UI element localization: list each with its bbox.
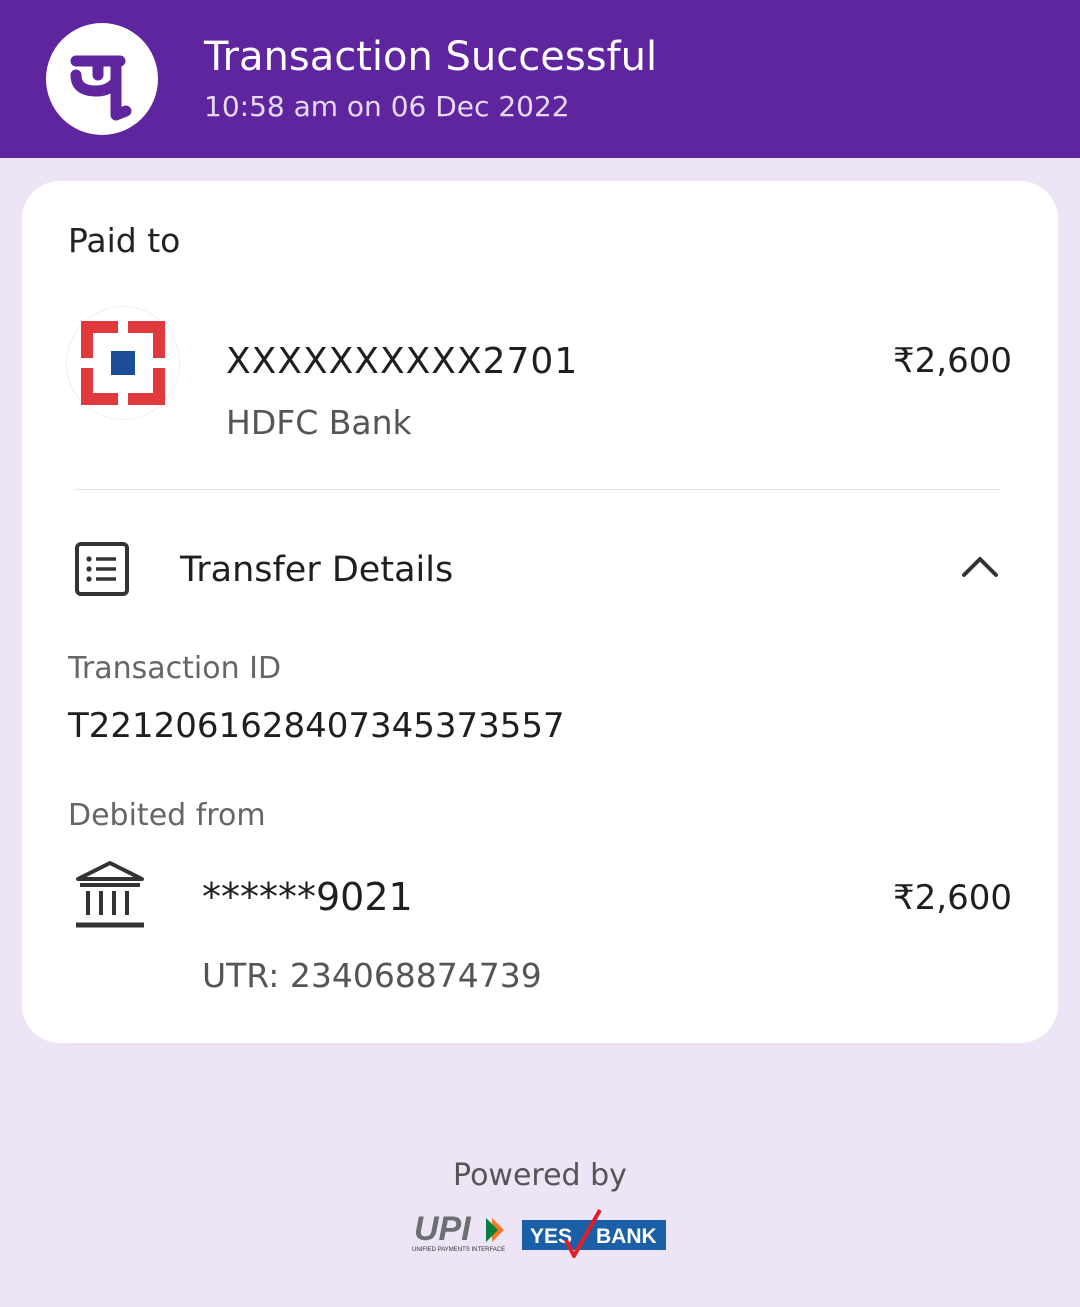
list-icon [74, 541, 130, 601]
transaction-datetime: 10:58 am on 06 Dec 2022 [204, 90, 570, 123]
payee-account-number: XXXXXXXXXX2701 [226, 341, 579, 382]
powered-by-label: Powered by [453, 1158, 627, 1193]
utr-number: UTR: 234068874739 [202, 956, 542, 995]
paid-to-label: Paid to [68, 221, 181, 260]
debited-amount: ₹2,600 [893, 878, 1012, 918]
chevron-up-icon[interactable] [960, 551, 1000, 585]
bank-building-icon [74, 859, 146, 935]
transaction-id-value: T2212061628407345373557 [68, 706, 565, 746]
bank-logo-text: BANK [596, 1225, 657, 1248]
upi-logo-subtext: UNIFIED PAYMENTS INTERFACE [412, 1247, 505, 1253]
page-title: Transaction Successful [204, 34, 658, 80]
yes-bank-logo: YES BANK [522, 1208, 668, 1264]
header-bar: Transaction Successful 10:58 am on 06 De… [0, 0, 1080, 158]
upi-logo: UPI UNIFIED PAYMENTS INTERFACE [410, 1210, 514, 1258]
debited-from-label: Debited from [68, 798, 266, 833]
divider [75, 1044, 1000, 1045]
divider [75, 489, 1000, 490]
transfer-details-toggle[interactable]: Transfer Details [180, 550, 453, 590]
debited-account-number: ******9021 [202, 875, 413, 919]
hdfc-bank-logo-icon [67, 307, 179, 419]
yes-logo-text: YES [530, 1225, 572, 1248]
upi-logo-text: UPI [414, 1210, 472, 1248]
transaction-id-label: Transaction ID [68, 651, 282, 686]
paid-amount: ₹2,600 [893, 341, 1012, 381]
payee-bank-name: HDFC Bank [226, 403, 412, 442]
phonepe-logo-icon [46, 23, 158, 135]
transaction-card: Paid to XXXXXXXXXX2701 HDFC Bank ₹2,600 … [22, 181, 1058, 1043]
